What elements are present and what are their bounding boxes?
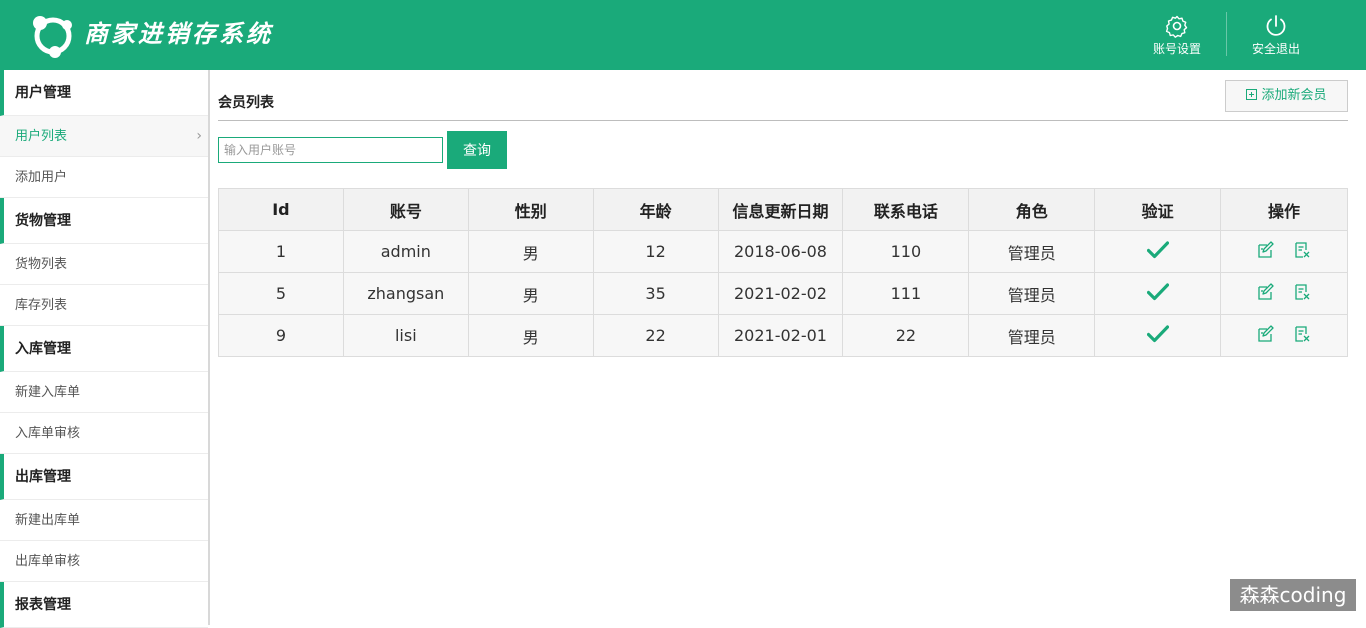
cell-updated: 2021-02-01: [717, 314, 844, 357]
sidebar-item-add-user[interactable]: 添加用户: [0, 157, 208, 198]
delete-document-icon: [1294, 325, 1310, 342]
cell-gender: 男: [467, 314, 594, 357]
col-header-verified: 验证: [1094, 188, 1222, 231]
edit-icon: [1258, 282, 1275, 300]
check-icon: [1146, 282, 1169, 300]
col-header-role: 角色: [968, 188, 1096, 231]
col-header-account: 账号: [342, 188, 469, 231]
add-member-label: 添加新会员: [1261, 88, 1327, 103]
account-settings-button[interactable]: 账号设置: [1142, 14, 1212, 60]
title-divider: [218, 120, 1348, 121]
chevron-right-icon: ›: [196, 128, 202, 144]
cell-verified: [1094, 272, 1222, 315]
cell-id: 5: [218, 272, 344, 315]
logo-icon: [33, 16, 72, 58]
cell-phone: 22: [842, 314, 970, 357]
watermark: 森森coding: [1230, 579, 1356, 611]
sidebar-group-inbound-mgmt[interactable]: 入库管理: [0, 326, 208, 372]
header-divider: [1226, 12, 1227, 56]
delete-button[interactable]: [1293, 241, 1311, 263]
cell-verified: [1094, 230, 1222, 273]
sidebar-item-label: 用户列表: [15, 129, 68, 144]
col-header-updated: 信息更新日期: [717, 188, 844, 231]
sidebar-item-inbound-review[interactable]: 入库单审核: [0, 413, 208, 454]
cell-id: 1: [218, 230, 344, 273]
cell-account: zhangsan: [342, 272, 469, 315]
cell-role: 管理员: [968, 230, 1096, 273]
edit-button[interactable]: [1257, 240, 1275, 263]
top-header: 商家进销存系统 账号设置 安全退出: [0, 0, 1366, 70]
sidebar-item-stock-list[interactable]: 库存列表: [0, 285, 208, 326]
cell-role: 管理员: [968, 272, 1096, 315]
power-icon: [1266, 15, 1286, 36]
table-header-row: Id 账号 性别 年龄 信息更新日期 联系电话 角色 验证 操作: [218, 188, 1348, 231]
cell-gender: 男: [467, 230, 594, 273]
logout-label: 安全退出: [1251, 42, 1300, 56]
cell-updated: 2018-06-08: [717, 230, 844, 273]
sidebar-item-goods-list[interactable]: 货物列表: [0, 244, 208, 285]
sidebar-group-user-mgmt[interactable]: 用户管理: [0, 70, 208, 116]
cell-account: lisi: [342, 314, 469, 357]
member-table: Id 账号 性别 年龄 信息更新日期 联系电话 角色 验证 操作 1 admin…: [218, 188, 1348, 357]
cell-age: 12: [592, 230, 719, 273]
col-header-gender: 性别: [467, 188, 594, 231]
delete-button[interactable]: [1293, 325, 1311, 347]
sidebar-item-user-list[interactable]: 用户列表 ›: [0, 116, 208, 157]
cell-updated: 2021-02-02: [717, 272, 844, 315]
cell-actions: [1220, 272, 1348, 315]
cell-actions: [1220, 314, 1348, 357]
cell-verified: [1094, 314, 1222, 357]
table-row: 9 lisi 男 22 2021-02-01 22 管理员: [218, 314, 1348, 357]
cell-id: 9: [218, 314, 344, 357]
cell-gender: 男: [467, 272, 594, 315]
page-title: 会员列表: [218, 95, 274, 111]
app-title: 商家进销存系统: [84, 19, 273, 48]
col-header-actions: 操作: [1220, 188, 1348, 231]
delete-button[interactable]: [1293, 283, 1311, 305]
cell-actions: [1220, 230, 1348, 273]
edit-icon: [1258, 324, 1275, 342]
edit-button[interactable]: [1257, 282, 1275, 305]
check-icon: [1146, 324, 1169, 342]
col-header-age: 年龄: [592, 188, 719, 231]
logout-button[interactable]: 安全退出: [1241, 14, 1311, 60]
col-header-phone: 联系电话: [842, 188, 970, 231]
edit-icon: [1258, 240, 1275, 258]
add-member-button[interactable]: 添加新会员: [1225, 80, 1348, 112]
cell-phone: 111: [842, 272, 970, 315]
sidebar-group-outbound-mgmt[interactable]: 出库管理: [0, 454, 208, 500]
cell-phone: 110: [842, 230, 970, 273]
cell-account: admin: [342, 230, 469, 273]
edit-button[interactable]: [1257, 324, 1275, 347]
cell-role: 管理员: [968, 314, 1096, 357]
col-header-id: Id: [218, 188, 344, 231]
table-row: 5 zhangsan 男 35 2021-02-02 111 管理员: [218, 272, 1348, 315]
cell-age: 22: [592, 314, 719, 357]
delete-document-icon: [1294, 283, 1310, 300]
check-icon: [1146, 240, 1169, 258]
delete-document-icon: [1294, 241, 1310, 258]
sidebar-item-new-outbound[interactable]: 新建出库单: [0, 500, 208, 541]
gear-icon: [1165, 15, 1188, 38]
sidebar: 用户管理 用户列表 › 添加用户 货物管理 货物列表 库存列表 入库管理 新建入…: [0, 70, 210, 628]
plus-square-icon: [1246, 89, 1258, 100]
sidebar-group-goods-mgmt[interactable]: 货物管理: [0, 198, 208, 244]
search-button[interactable]: 查询: [447, 131, 507, 169]
account-settings-label: 账号设置: [1152, 42, 1201, 56]
sidebar-group-report-mgmt[interactable]: 报表管理: [0, 582, 208, 628]
search-input[interactable]: [218, 137, 443, 163]
cell-age: 35: [592, 272, 719, 315]
sidebar-item-outbound-review[interactable]: 出库单审核: [0, 541, 208, 582]
sidebar-item-new-inbound[interactable]: 新建入库单: [0, 372, 208, 413]
table-row: 1 admin 男 12 2018-06-08 110 管理员: [218, 230, 1348, 273]
